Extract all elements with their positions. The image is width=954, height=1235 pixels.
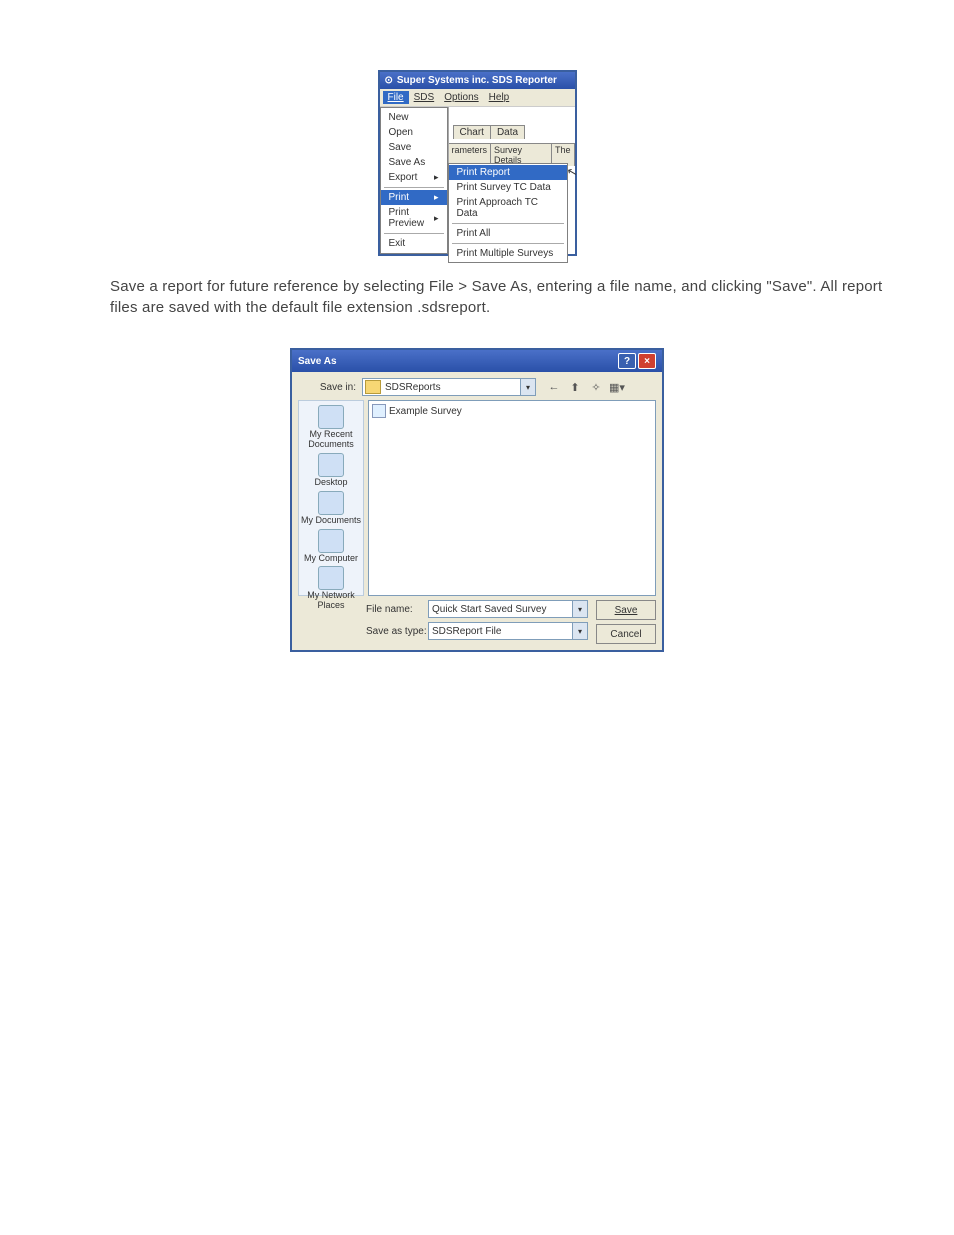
- file-list[interactable]: Example Survey: [368, 400, 656, 596]
- up-icon[interactable]: ⬆: [567, 379, 583, 395]
- menu-exit[interactable]: Exit: [381, 236, 447, 251]
- menu-file[interactable]: File: [383, 91, 409, 104]
- print-submenu: Print Report Print Survey TC Data Print …: [448, 163, 568, 263]
- new-folder-icon[interactable]: ✧: [588, 379, 604, 395]
- place-desktop[interactable]: Desktop: [314, 453, 347, 488]
- content-area: Chart Data rameters Survey Details The P…: [448, 107, 575, 254]
- dialog-titlebar: Save As ? ×: [292, 350, 662, 372]
- cursor-icon: ↖: [566, 164, 579, 180]
- window-titlebar: ⊙ Super Systems inc. SDS Reporter: [380, 72, 575, 89]
- submenu-print-report[interactable]: Print Report: [449, 165, 567, 180]
- menu-new[interactable]: New: [381, 110, 447, 125]
- instruction-text: Save a report for future reference by se…: [110, 276, 904, 318]
- submenu-print-survey-tc[interactable]: Print Survey TC Data: [449, 180, 567, 195]
- saveastype-label: Save as type:: [366, 626, 428, 637]
- save-in-label: Save in:: [298, 382, 362, 393]
- folder-icon: [365, 380, 381, 394]
- dialog-title: Save As: [298, 356, 337, 367]
- place-my-documents[interactable]: My Documents: [301, 491, 361, 526]
- menu-export[interactable]: Export▸: [381, 170, 447, 185]
- file-icon: [372, 404, 386, 418]
- place-recent[interactable]: My Recent Documents: [299, 405, 363, 450]
- menu-sds[interactable]: SDS: [409, 91, 440, 104]
- tab-data[interactable]: Data: [490, 125, 525, 139]
- save-button[interactable]: Save: [596, 600, 656, 620]
- sds-reporter-window: ⊙ Super Systems inc. SDS Reporter File S…: [378, 70, 577, 256]
- menu-help[interactable]: Help: [484, 91, 515, 104]
- submenu-print-all[interactable]: Print All: [449, 226, 567, 241]
- chevron-down-icon[interactable]: ▾: [572, 601, 587, 617]
- menu-open[interactable]: Open: [381, 125, 447, 140]
- chevron-down-icon[interactable]: ▾: [572, 623, 587, 639]
- chevron-down-icon[interactable]: ▾: [520, 379, 535, 395]
- filename-value: Quick Start Saved Survey: [432, 604, 547, 615]
- views-icon[interactable]: ▦▾: [609, 379, 625, 395]
- close-button[interactable]: ×: [638, 353, 656, 369]
- filename-input[interactable]: Quick Start Saved Survey ▾: [428, 600, 588, 618]
- places-bar: My Recent Documents Desktop My Documents…: [298, 400, 364, 596]
- menu-options[interactable]: Options: [439, 91, 483, 104]
- save-in-value: SDSReports: [385, 382, 441, 393]
- submenu-print-approach-tc[interactable]: Print Approach TC Data: [449, 195, 567, 221]
- filename-label: File name:: [366, 604, 428, 615]
- saveastype-input[interactable]: SDSReport File ▾: [428, 622, 588, 640]
- file-item-label: Example Survey: [389, 406, 462, 417]
- place-my-network[interactable]: My Network Places: [299, 566, 363, 611]
- back-icon[interactable]: ←: [546, 379, 562, 395]
- menu-save[interactable]: Save: [381, 140, 447, 155]
- save-in-combo[interactable]: SDSReports ▾: [362, 378, 536, 396]
- file-item[interactable]: Example Survey: [372, 404, 652, 418]
- save-as-dialog: Save As ? × Save in: SDSReports ▾ ← ⬆ ✧ …: [290, 348, 664, 652]
- menu-print-preview[interactable]: Print Preview▸: [381, 205, 447, 231]
- window-title: Super Systems inc. SDS Reporter: [397, 75, 557, 86]
- app-icon: ⊙: [385, 75, 393, 86]
- file-menu-dropdown: New Open Save Save As Export▸ Print▸ Pri…: [380, 107, 448, 254]
- tab-chart[interactable]: Chart: [453, 125, 491, 139]
- submenu-print-multiple[interactable]: Print Multiple Surveys: [449, 246, 567, 261]
- menubar[interactable]: File SDS Options Help: [380, 89, 575, 107]
- saveastype-value: SDSReport File: [432, 626, 501, 637]
- menu-save-as[interactable]: Save As: [381, 155, 447, 170]
- place-my-computer[interactable]: My Computer: [304, 529, 358, 564]
- menu-print[interactable]: Print▸: [381, 190, 447, 205]
- help-button[interactable]: ?: [618, 353, 636, 369]
- cancel-button[interactable]: Cancel: [596, 624, 656, 644]
